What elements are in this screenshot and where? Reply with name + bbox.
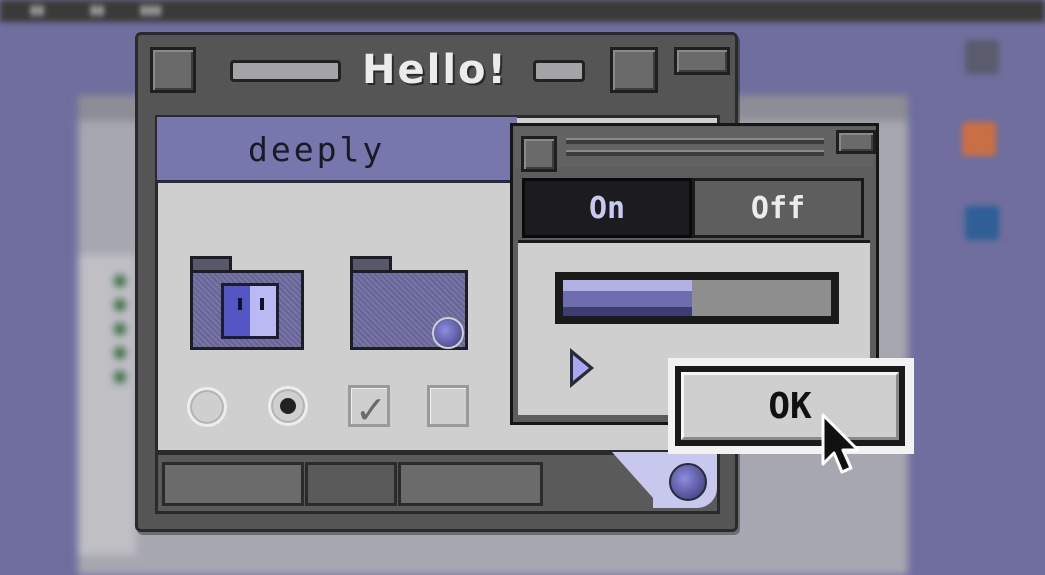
collapse-box-icon[interactable] xyxy=(674,47,730,75)
background-list xyxy=(78,255,136,555)
folder-tab xyxy=(350,256,392,271)
background-dot xyxy=(114,299,126,311)
progress-bar xyxy=(555,272,839,324)
background-dot xyxy=(114,347,126,359)
menu-item-blur: ▮▮ xyxy=(90,3,105,18)
checkbox-checked[interactable]: ✓ xyxy=(348,385,390,430)
zoom-box-icon[interactable] xyxy=(610,47,658,93)
disclosure-triangle-fill xyxy=(573,355,589,381)
title-bar-stripe xyxy=(533,60,585,82)
window-title: Hello! xyxy=(362,47,508,93)
scroll-track-right[interactable] xyxy=(398,462,543,506)
scroll-track-left[interactable] xyxy=(162,462,304,506)
segment-off[interactable]: Off xyxy=(692,178,864,238)
background-dot xyxy=(114,275,126,287)
segment-on[interactable]: On xyxy=(522,178,692,238)
menu-bar: ▮▮ ▮▮ ▮▮▮ xyxy=(0,0,1045,22)
secondary-collapse-box-icon[interactable] xyxy=(836,130,876,154)
tab-label: deeply xyxy=(248,130,386,169)
grow-box-icon[interactable] xyxy=(669,463,707,501)
ok-button[interactable]: OK xyxy=(675,366,905,446)
background-dot xyxy=(114,323,126,335)
menu-item-blur: ▮▮ xyxy=(30,3,45,18)
background-dot xyxy=(114,371,126,383)
radio-unselected[interactable] xyxy=(187,387,227,427)
radio-selected[interactable] xyxy=(268,386,308,426)
secondary-close-box-icon[interactable] xyxy=(521,136,557,172)
finder-face-icon xyxy=(221,283,279,339)
desktop-disk-icon[interactable] xyxy=(965,40,999,74)
menu-item-blur: ▮▮▮ xyxy=(140,3,162,18)
arrow-cursor-icon xyxy=(821,413,860,474)
title-grip xyxy=(566,138,824,144)
close-box-icon[interactable] xyxy=(150,47,196,93)
secondary-window-titlebar[interactable] xyxy=(515,127,873,167)
ok-button-label: OK xyxy=(681,372,899,440)
scroll-thumb[interactable] xyxy=(305,462,397,506)
desktop-folder-icon[interactable] xyxy=(965,206,999,240)
checkbox-unchecked[interactable] xyxy=(427,385,469,427)
folder-tab xyxy=(190,256,232,271)
title-bar-stripe xyxy=(230,60,341,82)
title-grip xyxy=(566,150,824,156)
desktop-app-icon[interactable] xyxy=(962,122,996,156)
folder-badge-icon xyxy=(432,317,464,349)
